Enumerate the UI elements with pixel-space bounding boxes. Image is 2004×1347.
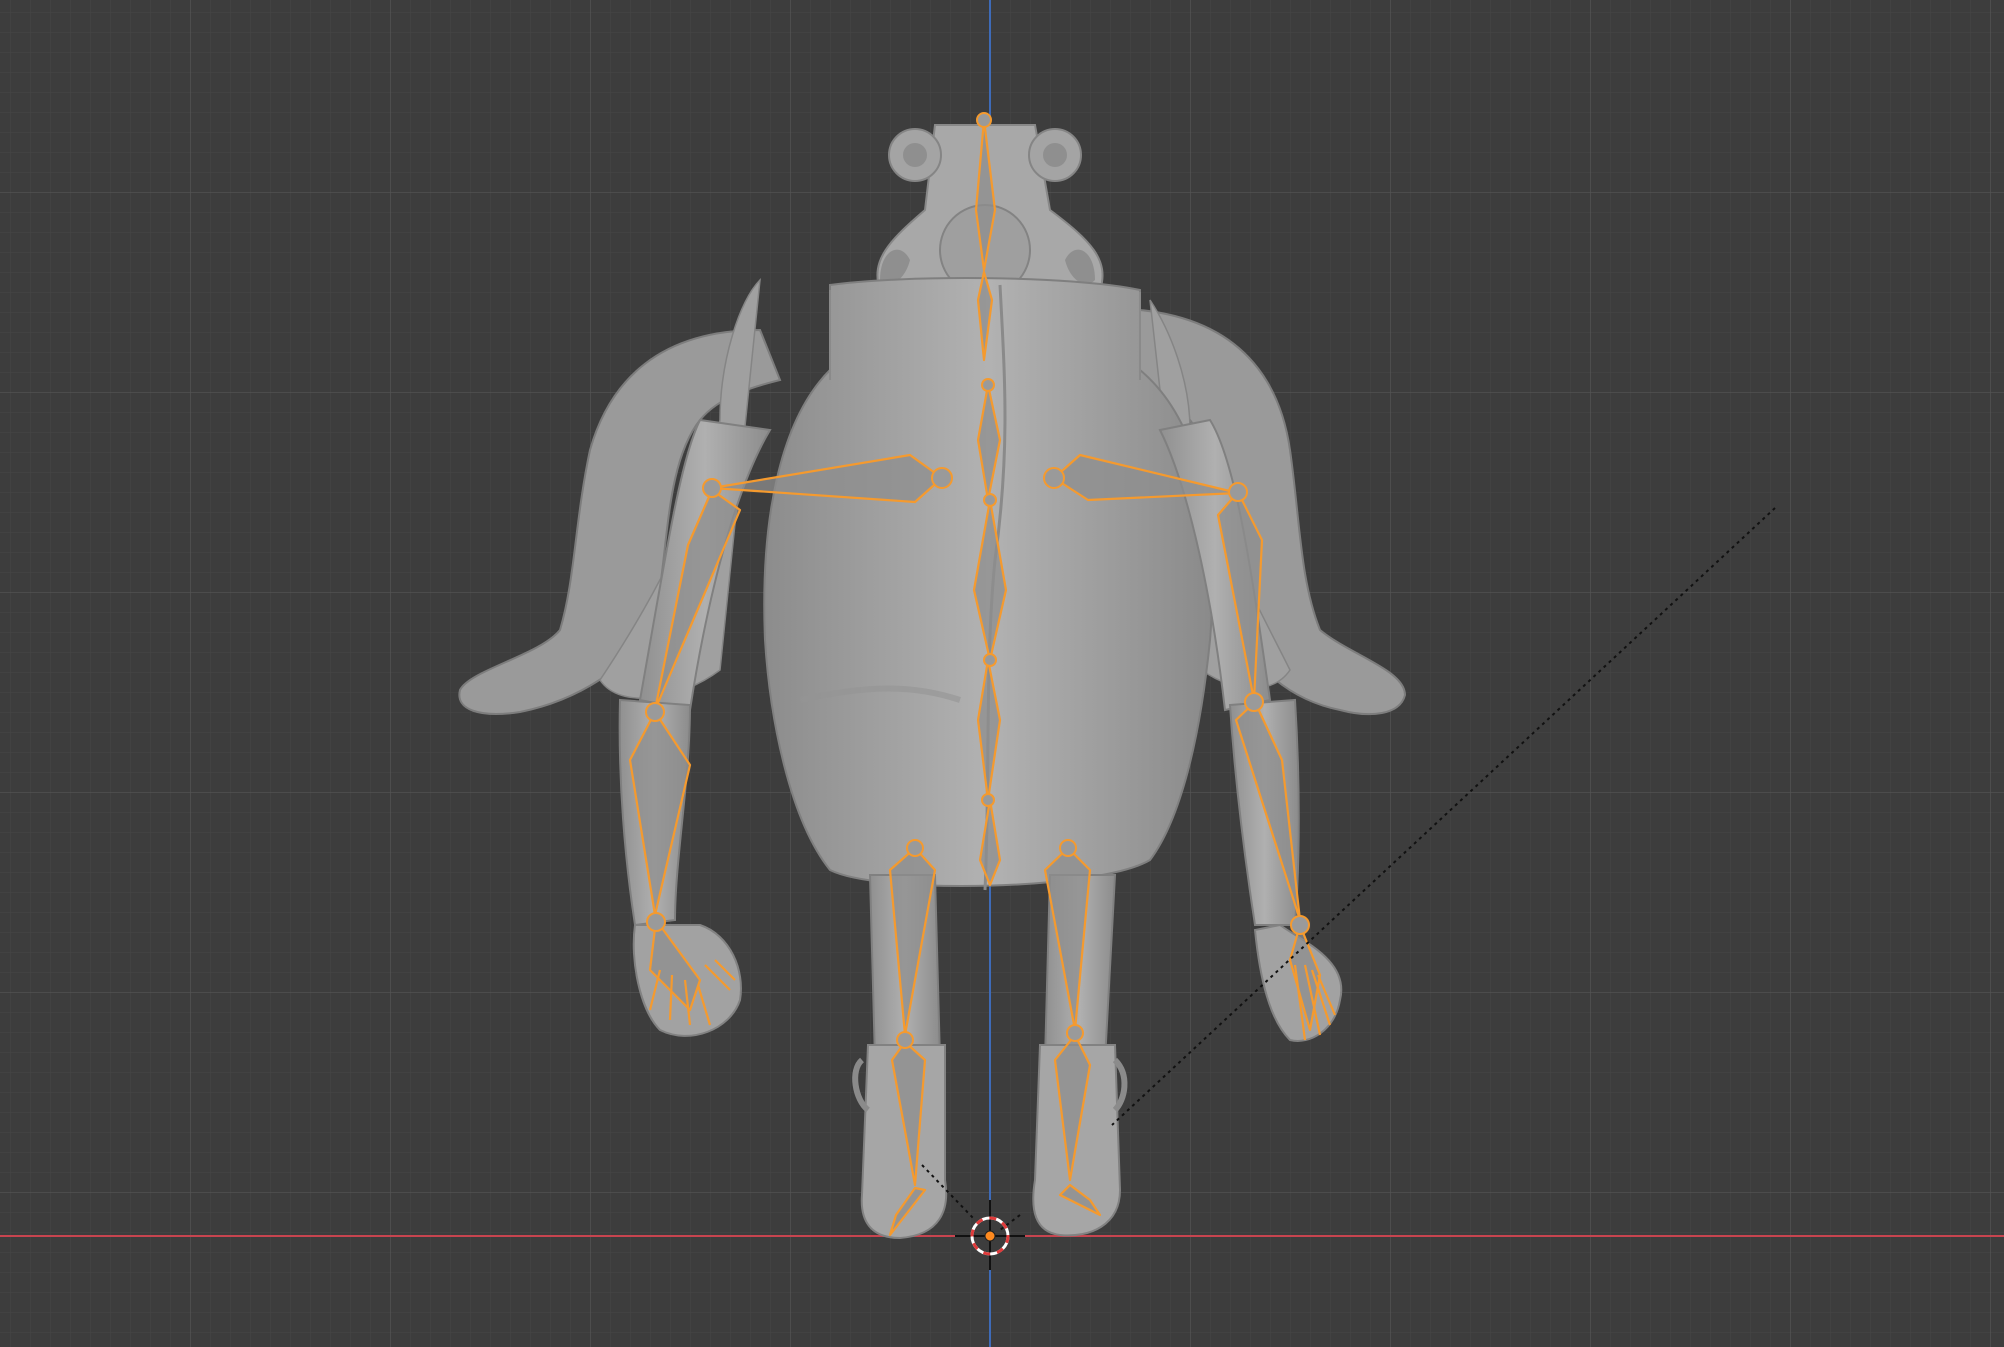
- object-origin-icon[interactable]: [984, 1230, 996, 1242]
- viewport-canvas[interactable]: [0, 0, 2004, 1347]
- 3d-viewport[interactable]: [0, 0, 2004, 1347]
